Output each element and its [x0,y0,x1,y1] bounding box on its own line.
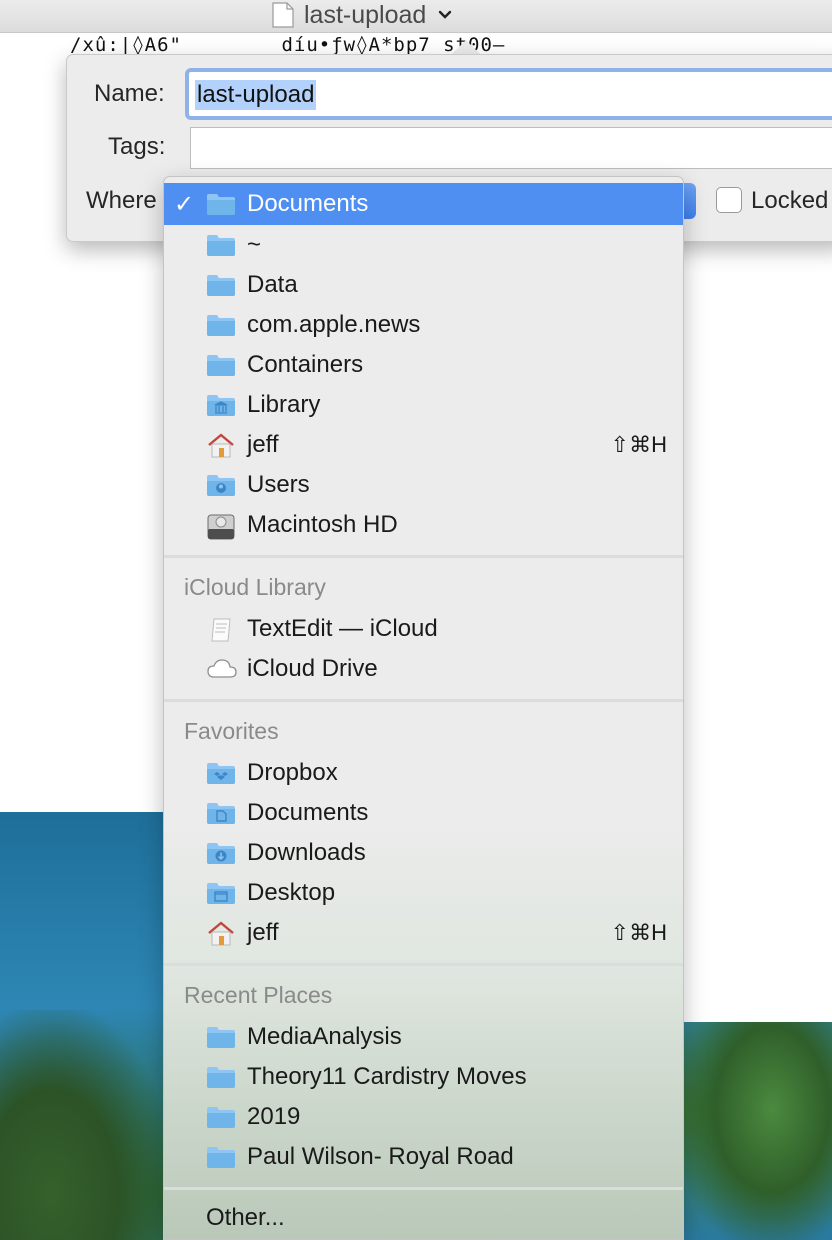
menu-item-textedit-icloud[interactable]: TextEdit — iCloud [164,609,683,649]
menu-item-label: Users [247,471,310,498]
menu-item-com-apple-news[interactable]: com.apple.news [164,305,683,345]
title-proxy[interactable]: last-upload [272,0,452,30]
menu-item-label: Dropbox [247,759,338,786]
folder-icon [206,1065,236,1089]
users-folder-icon [206,473,236,497]
menu-separator [164,555,683,558]
folder-icon [206,353,236,377]
section-header-icloud: iCloud Library [184,574,326,600]
wallpaper-trees-right [682,1022,832,1240]
hard-drive-icon [206,513,236,540]
menu-item-label: Desktop [247,879,336,906]
menu-item-label: Macintosh HD [247,511,398,538]
menu-item-label: Documents [247,190,369,217]
dropbox-folder-icon [206,761,236,785]
menu-item-macintosh-hd[interactable]: Macintosh HD [164,505,683,545]
menu-item-icloud-drive[interactable]: iCloud Drive [164,649,683,689]
menu-item-label: Documents [247,799,369,826]
library-folder-icon [206,393,236,417]
tags-input[interactable] [191,128,832,168]
menu-item-documents-selected[interactable]: ✓ Documents [164,183,683,225]
wallpaper-trees-left [0,1010,170,1240]
tags-label: Tags: [108,133,166,160]
document-text: /xû:|◊A6" díu•ƒw◊A*bp7 st00– [70,34,506,56]
name-selection: last-upload [195,80,317,110]
menu-item-label: Theory11 Cardistry Moves [247,1063,527,1090]
menu-separator [164,963,683,966]
home-icon [206,433,236,458]
name-label: Name: [94,80,165,107]
title-bar: last-upload [0,0,832,33]
document-window-edge [684,812,832,1022]
locked-checkbox[interactable] [716,187,742,213]
shortcut-label: ⇧⌘H [610,432,667,457]
section-header-recent-places: Recent Places [184,982,333,1008]
menu-item-dropbox[interactable]: Dropbox [164,753,683,793]
menu-item-other[interactable]: Other... [206,1204,285,1232]
menu-item-label: Downloads [247,839,366,866]
menu-item-downloads[interactable]: Downloads [164,833,683,873]
menu-item-desktop[interactable]: Desktop [164,873,683,913]
menu-item-theory11[interactable]: Theory11 Cardistry Moves [164,1057,683,1097]
menu-item-label: Data [247,271,298,298]
where-popup-menu: ✓ Documents ~ Data com.apple.news Contai… [163,176,684,1240]
menu-item-label: Paul Wilson- Royal Road [247,1143,514,1170]
menu-item-paul-wilson[interactable]: Paul Wilson- Royal Road [164,1137,683,1177]
menu-item-label: MediaAnalysis [247,1023,402,1050]
section-header-favorites: Favorites [184,718,279,744]
desktop-folder-icon [206,881,236,905]
menu-item-users[interactable]: Users [164,465,683,505]
home-icon [206,921,236,946]
menu-item-label: jeff [247,919,279,946]
menu-item-label: com.apple.news [247,311,421,338]
menu-item-label: jeff [247,431,279,458]
menu-item-label: TextEdit — iCloud [247,615,438,642]
documents-folder-icon [206,801,236,825]
menu-item-jeff-home[interactable]: jeff ⇧⌘H [164,425,683,465]
where-label: Where [86,187,157,214]
menu-separator [164,1187,683,1190]
folder-icon [206,313,236,337]
locked-label: Locked [751,187,829,214]
menu-item-tilde[interactable]: ~ [164,225,683,265]
chevron-down-icon[interactable] [438,10,452,20]
menu-item-2019[interactable]: 2019 [164,1097,683,1137]
tags-field[interactable] [190,127,832,169]
folder-icon [206,1025,236,1049]
menu-item-data[interactable]: Data [164,265,683,305]
menu-separator [164,699,683,702]
textedit-icon [206,617,236,642]
menu-item-favorites-jeff[interactable]: jeff ⇧⌘H [164,913,683,953]
folder-icon [206,1105,236,1129]
sheet-notch [452,40,480,54]
document-icon [272,2,294,28]
menu-item-library[interactable]: Library [164,385,683,425]
shortcut-label: ⇧⌘H [610,920,667,945]
menu-item-label: Containers [247,351,364,378]
downloads-folder-icon [206,841,236,865]
menu-item-label: ~ [247,231,262,258]
menu-item-label: 2019 [247,1103,301,1130]
checkmark-icon: ✓ [174,190,195,218]
menu-item-label: Library [247,391,321,418]
window-title: last-upload [304,0,427,29]
cloud-icon [206,657,237,681]
folder-icon [206,192,236,216]
folder-icon [206,233,236,257]
folder-icon [206,1145,236,1169]
menu-item-mediaanalysis[interactable]: MediaAnalysis [164,1017,683,1057]
menu-item-containers[interactable]: Containers [164,345,683,385]
menu-item-favorites-documents[interactable]: Documents [164,793,683,833]
menu-item-label: iCloud Drive [247,655,378,682]
folder-icon [206,273,236,297]
